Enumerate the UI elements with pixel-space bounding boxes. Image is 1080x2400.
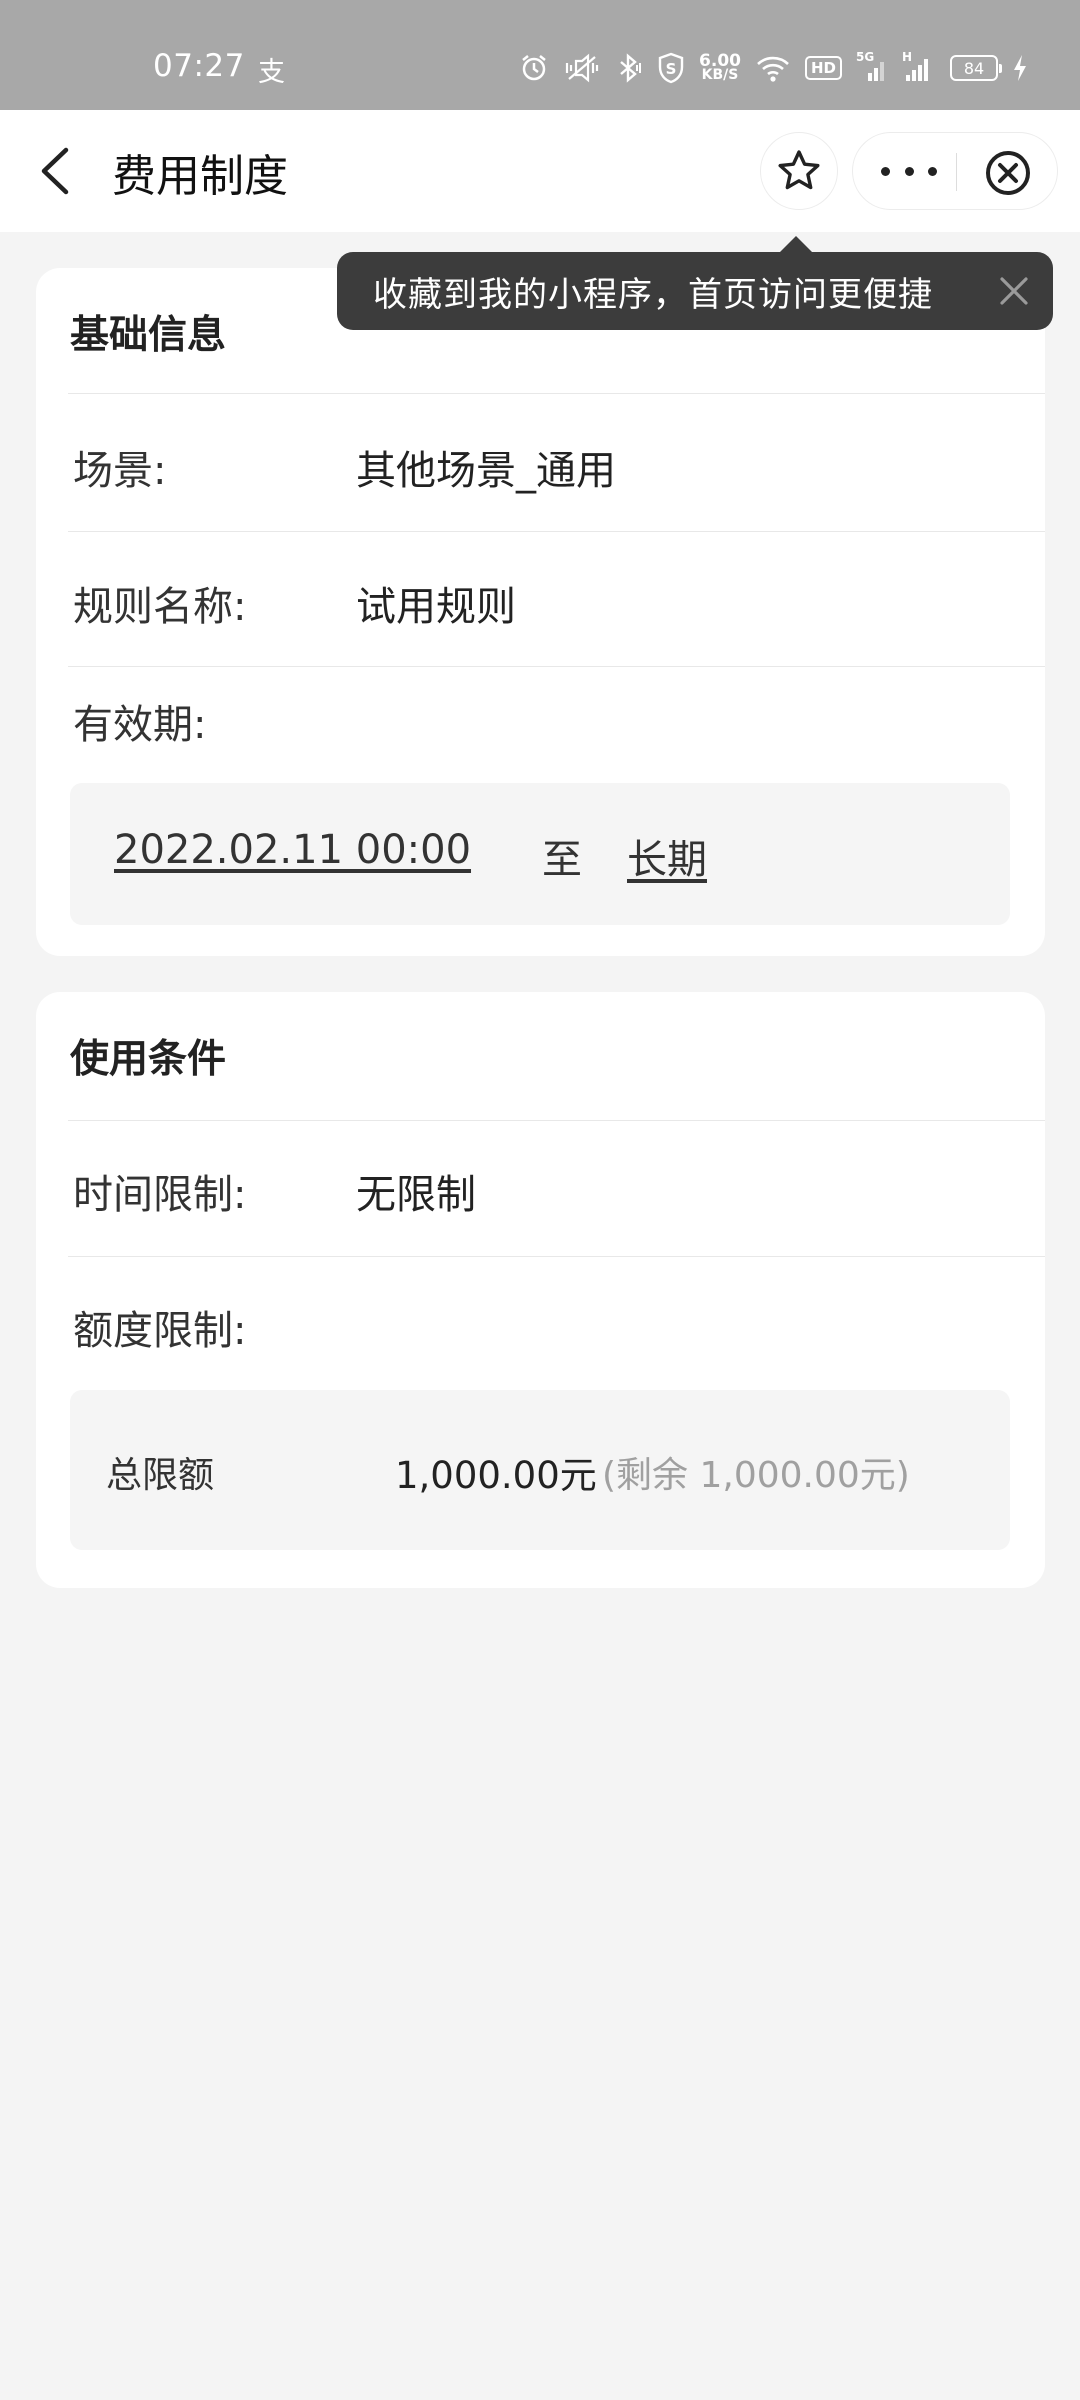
network-speed: 6.00 KB/S — [699, 48, 741, 88]
net-speed-unit: KB/S — [701, 67, 739, 83]
total-limit-label: 总限额 — [106, 1455, 215, 1496]
charging-icon — [1012, 48, 1028, 88]
favorite-tooltip: 收藏到我的小程序，首页访问更便捷 — [337, 236, 1053, 330]
quota-box: 总限额 1,000.00元 (剩余 1,000.00元) — [70, 1390, 1010, 1550]
alarm-icon — [519, 48, 549, 88]
star-icon — [778, 150, 820, 190]
nav-bar: 费用制度 — [0, 110, 1080, 232]
svg-text:S: S — [666, 60, 677, 78]
total-limit-amount: 1,000.00元 — [395, 1454, 597, 1497]
close-icon — [1000, 277, 1028, 305]
basic-info-card: 基础信息 场景: 其他场景_通用 规则名称: 试用规则 有效期: 2022.02… — [36, 268, 1045, 956]
alipay-notification-icon: 支 — [258, 57, 285, 88]
battery-icon: 84 — [950, 48, 1002, 88]
back-button[interactable] — [34, 146, 78, 196]
basic-info-title: 基础信息 — [70, 313, 227, 358]
divider — [68, 531, 1045, 532]
scene-value: 其他场景_通用 — [356, 448, 616, 494]
validity-start-date[interactable]: 2022.02.11 00:00 — [114, 827, 471, 873]
validity-box: 2022.02.11 00:00 至 长期 — [70, 783, 1010, 925]
favorite-button[interactable] — [760, 132, 838, 210]
tooltip-text: 收藏到我的小程序，首页访问更便捷 — [373, 274, 933, 315]
scene-label: 场景: — [73, 448, 167, 494]
close-button[interactable] — [984, 149, 1032, 197]
capsule-divider — [956, 153, 957, 191]
bluetooth-icon — [615, 48, 643, 88]
divider — [68, 1120, 1045, 1121]
usage-conditions-card: 使用条件 时间限制: 无限制 额度限制: 总限额 1,000.00元 (剩余 1… — [36, 992, 1045, 1588]
wifi-icon — [755, 48, 791, 88]
divider — [68, 1256, 1045, 1257]
signal-h-icon: H — [902, 48, 936, 88]
status-bar: 07:27 支 S 6.00 KB/S HD 5G H 84 — [0, 0, 1080, 110]
page-title: 费用制度 — [112, 151, 288, 202]
divider — [68, 666, 1045, 667]
signal-5g-icon: 5G — [856, 48, 888, 88]
time-limit-value: 无限制 — [356, 1172, 476, 1218]
shield-icon: S — [657, 48, 685, 88]
more-button[interactable] — [881, 156, 937, 186]
hd-icon: HD — [804, 48, 842, 88]
usage-conditions-title: 使用条件 — [70, 1037, 227, 1082]
validity-label: 有效期: — [73, 702, 207, 748]
mute-vibrate-icon — [563, 48, 601, 88]
divider — [68, 393, 1045, 394]
chevron-left-icon — [41, 147, 69, 195]
mini-program-capsule — [852, 132, 1058, 210]
status-icons: S 6.00 KB/S HD 5G H 84 — [519, 48, 1028, 88]
rule-name-value: 试用规则 — [356, 584, 516, 630]
quota-limit-label: 额度限制: — [73, 1308, 247, 1354]
tooltip-close-button[interactable] — [999, 276, 1029, 306]
validity-end-date[interactable]: 长期 — [627, 827, 707, 885]
close-circle-icon — [986, 151, 1030, 195]
more-dots-icon — [881, 166, 890, 176]
time-limit-label: 时间限制: — [73, 1172, 247, 1218]
status-time: 07:27 — [153, 48, 245, 84]
rule-name-label: 规则名称: — [73, 584, 247, 630]
validity-separator: 至 — [542, 837, 582, 883]
net-speed-value: 6.00 — [699, 51, 741, 71]
total-limit-remaining: (剩余 1,000.00元) — [602, 1455, 910, 1496]
